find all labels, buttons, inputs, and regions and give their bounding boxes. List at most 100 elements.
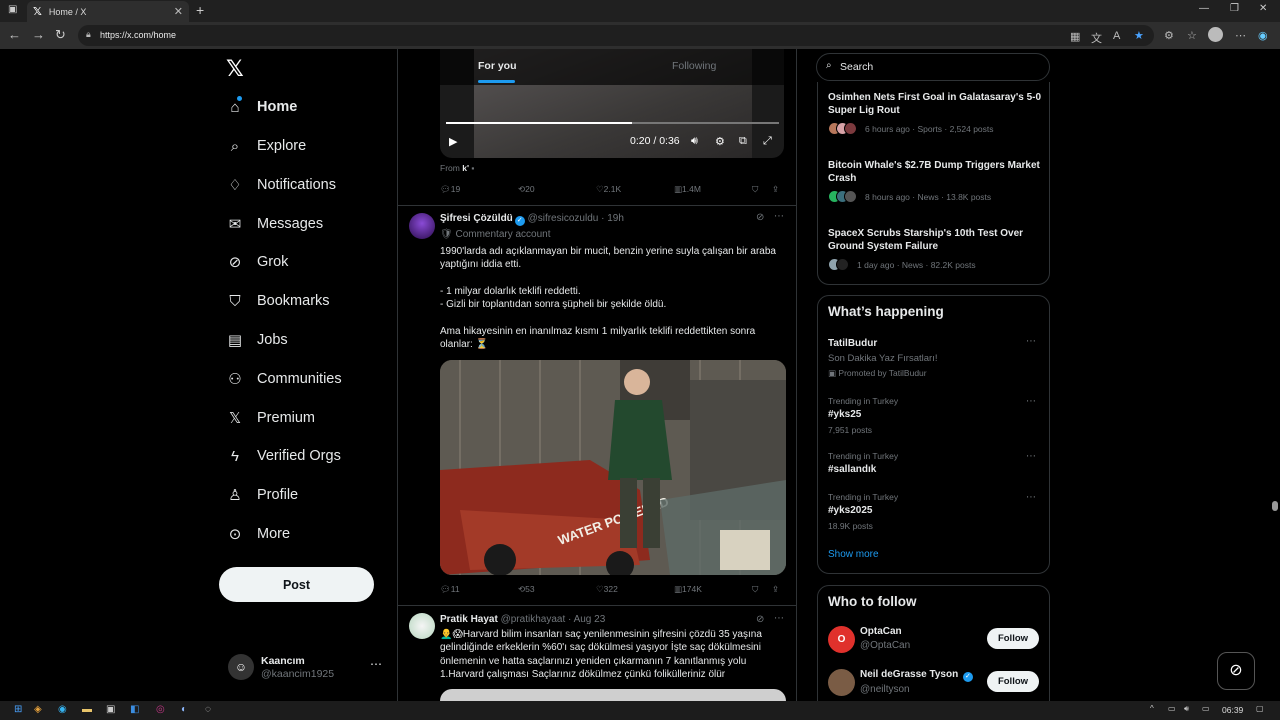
avatar[interactable] xyxy=(409,213,435,239)
address-bar[interactable]: 🔒︎ https://x.com/home ▦ 文 A ★ xyxy=(78,25,1154,46)
minimize-icon[interactable]: — xyxy=(1199,3,1209,14)
nav-bookmarks[interactable]: ⛉ Bookmarks xyxy=(226,286,329,316)
author-name[interactable]: Pratik Hayat xyxy=(440,614,498,625)
nav-verified-orgs[interactable]: ϟ Verified Orgs xyxy=(226,441,341,471)
search-input[interactable]: ⌕ Search xyxy=(816,53,1050,81)
bookmark-icon[interactable]: ⛉ xyxy=(752,584,758,595)
maximize-icon[interactable]: ❐ xyxy=(1230,3,1239,14)
reply-button[interactable]: 💬︎ 19 xyxy=(440,184,460,195)
grok-icon[interactable]: ⊘ xyxy=(756,212,764,223)
show-more-link[interactable]: Show more xyxy=(828,549,879,560)
avatar[interactable]: O xyxy=(828,626,855,653)
browser-tab[interactable]: 𝕏 Home / X ✕ xyxy=(27,1,189,22)
forward-icon[interactable]: → xyxy=(32,27,45,42)
window-close-icon[interactable]: ✕ xyxy=(1259,3,1267,14)
tab-actions-icon[interactable]: ▣ xyxy=(8,4,17,15)
author-name[interactable]: Şifresi Çözüldü xyxy=(440,213,513,224)
nav-jobs[interactable]: ▤ Jobs xyxy=(226,325,288,355)
play-icon[interactable]: ▶ xyxy=(449,135,457,148)
views-button[interactable]: ▥ 1.4M xyxy=(674,184,701,195)
avatar[interactable] xyxy=(409,613,435,639)
nav-profile[interactable]: ♙ Profile xyxy=(226,480,298,510)
refresh-icon[interactable]: ↻ xyxy=(55,27,66,43)
more-dots-icon[interactable]: ⋯ xyxy=(1026,451,1036,462)
tweet-time[interactable]: Aug 23 xyxy=(574,614,606,625)
trend-tag[interactable]: #yks25 xyxy=(828,409,861,420)
more-dots-icon[interactable]: ⋯ xyxy=(1026,492,1036,503)
nav-grok[interactable]: ⊘ Grok xyxy=(226,247,289,277)
like-button[interactable]: ♡ 2.1K xyxy=(596,184,621,195)
news-item[interactable]: Osimhen Nets First Goal in Galatasaray's… xyxy=(828,91,1043,117)
news-item[interactable]: SpaceX Scrubs Starship's 10th Test Over … xyxy=(828,227,1043,253)
bookmark-icon[interactable]: ⛉ xyxy=(752,184,758,195)
trend-tag[interactable]: #sallandık xyxy=(828,464,876,475)
edge-icon[interactable]: ◉ xyxy=(58,704,67,715)
network-icon[interactable]: ▭ xyxy=(1168,704,1176,713)
x-logo-icon[interactable]: 𝕏 xyxy=(226,56,244,82)
notifications-icon[interactable]: ▢ xyxy=(1256,704,1264,713)
translate-icon[interactable]: 文 xyxy=(1091,30,1102,46)
share-icon[interactable]: ⇪ xyxy=(772,184,779,195)
volume-icon[interactable]: 🔊︎ xyxy=(1184,704,1189,714)
scrollbar[interactable] xyxy=(1272,501,1278,511)
nav-messages[interactable]: ✉ Messages xyxy=(226,209,323,239)
tab-close-icon[interactable]: ✕ xyxy=(174,5,183,18)
share-icon[interactable]: ⇪ xyxy=(772,584,779,595)
tray-chevron-icon[interactable]: ^ xyxy=(1150,704,1154,713)
more-dots-icon[interactable]: ⋯ xyxy=(370,657,382,671)
repost-button[interactable]: ⟲ 20 xyxy=(518,184,535,195)
app-available-icon[interactable]: ▦ xyxy=(1070,30,1080,43)
windows-start-icon[interactable]: ⊞ xyxy=(14,704,22,715)
tweet-media-preview[interactable] xyxy=(440,689,786,701)
grok-icon[interactable]: ⊘ xyxy=(756,614,764,625)
app-icon[interactable]: ◐ xyxy=(181,704,187,715)
author-handle[interactable]: @pratikhayaat xyxy=(501,614,566,625)
back-icon[interactable]: ← xyxy=(8,27,21,42)
nav-home[interactable]: ⌂ Home xyxy=(226,92,297,122)
copilot-icon[interactable]: ◉ xyxy=(1258,29,1268,42)
trend-tag[interactable]: #yks2025 xyxy=(828,505,873,516)
app-icon[interactable]: ◌ xyxy=(205,704,211,715)
read-aloud-icon[interactable]: A xyxy=(1113,30,1120,42)
nav-notifications[interactable]: ♢ Notifications xyxy=(226,170,336,200)
author-handle[interactable]: @sifresicozuldu xyxy=(528,213,599,224)
post-button[interactable]: Post xyxy=(219,567,374,602)
repost-button[interactable]: ⟲ 53 xyxy=(518,584,535,595)
widgets-icon[interactable]: ◈ xyxy=(34,704,42,715)
nav-communities[interactable]: ⚇ Communities xyxy=(226,364,341,394)
news-item[interactable]: Bitcoin Whale's $2.7B Dump Triggers Mark… xyxy=(828,159,1043,185)
outlook-icon[interactable]: ◧ xyxy=(130,704,139,715)
battery-icon[interactable]: ▭ xyxy=(1202,704,1210,713)
tweet-photo[interactable]: WATER POWERED xyxy=(440,360,786,575)
promoted-name[interactable]: TatilBudur xyxy=(828,338,877,349)
profile-avatar-icon[interactable] xyxy=(1208,27,1223,42)
more-dots-icon[interactable]: ⋯ xyxy=(1026,336,1036,347)
nav-explore[interactable]: ⌕ Explore xyxy=(226,131,306,161)
app-icon[interactable]: ◎ xyxy=(156,704,165,715)
follow-button[interactable]: Follow xyxy=(987,628,1039,649)
new-tab-icon[interactable]: + xyxy=(196,2,204,18)
favorites-icon[interactable]: ☆ xyxy=(1187,29,1197,42)
more-dots-icon[interactable]: ⋯ xyxy=(1026,396,1036,407)
tweet-time[interactable]: 19h xyxy=(607,213,624,224)
pip-icon[interactable]: ⧉ xyxy=(739,135,747,148)
nav-more[interactable]: ⊙ More xyxy=(226,519,290,549)
video-source[interactable]: From k' ▪ xyxy=(440,163,474,173)
fullscreen-icon[interactable]: ⤢ xyxy=(763,135,772,148)
extensions-icon[interactable]: ⚙ xyxy=(1164,29,1174,42)
like-button[interactable]: ♡ 322 xyxy=(596,584,618,595)
tab-following[interactable]: Following xyxy=(672,60,716,72)
follow-name[interactable]: Neil deGrasse Tyson ✓ xyxy=(860,669,973,682)
nav-premium[interactable]: 𝕏 Premium xyxy=(226,403,315,433)
settings-icon[interactable]: ⚙ xyxy=(715,135,725,148)
favorite-star-icon[interactable]: ★ xyxy=(1134,29,1144,42)
account-switcher[interactable]: ☺ Kaancım @kaancim1925 ⋯ xyxy=(228,652,388,682)
store-icon[interactable]: ▣ xyxy=(106,704,115,715)
views-button[interactable]: ▥ 174K xyxy=(674,584,702,595)
avatar[interactable] xyxy=(828,669,855,696)
clock[interactable]: 06:39 xyxy=(1222,705,1243,715)
promoted-tagline[interactable]: Son Dakika Yaz Fırsatları! xyxy=(828,353,937,364)
grok-floating-button[interactable]: ⊘ xyxy=(1217,652,1255,690)
follow-button[interactable]: Follow xyxy=(987,671,1039,692)
tab-for-you[interactable]: For you xyxy=(478,60,517,72)
